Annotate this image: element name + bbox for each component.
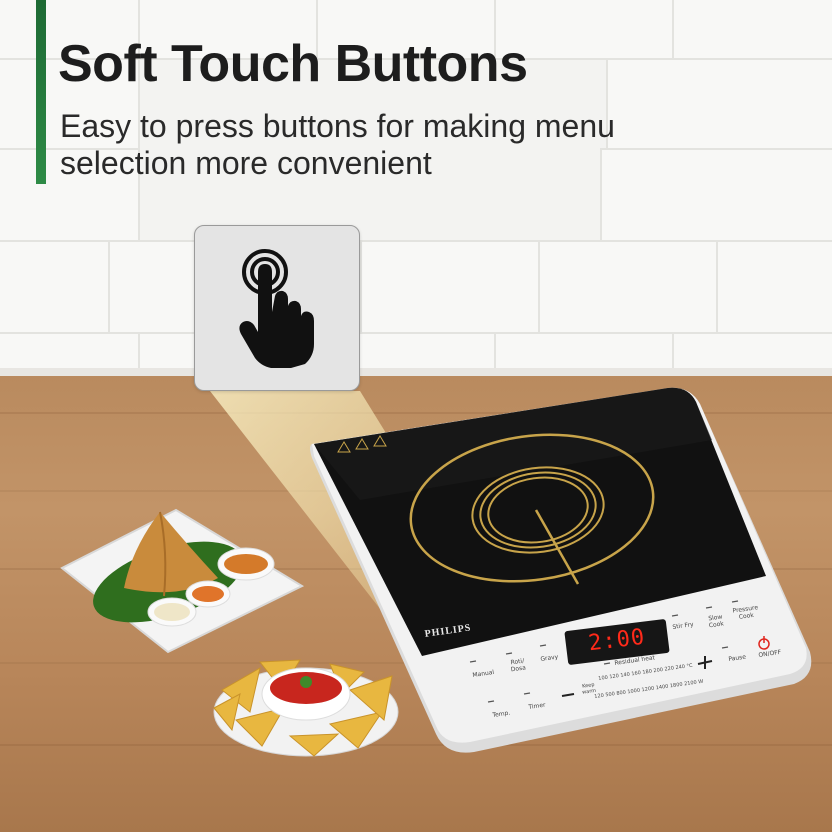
induction-cooktop bbox=[310, 387, 812, 753]
